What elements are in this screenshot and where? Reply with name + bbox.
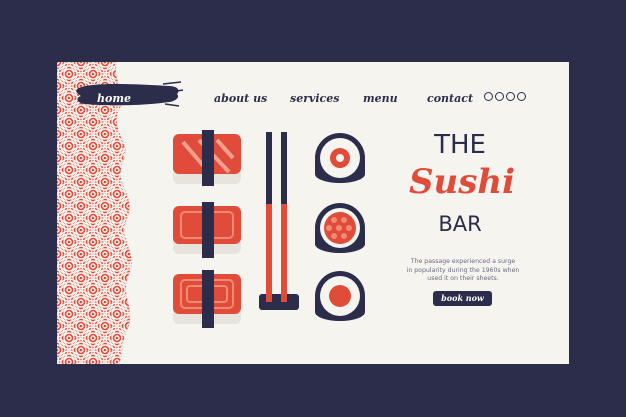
nav-home[interactable]: home xyxy=(97,92,131,105)
tuna-nigiri-icon xyxy=(173,202,241,258)
hero-title-top: THE xyxy=(434,130,486,160)
maki-roll-icon xyxy=(315,133,365,183)
salmon-roe-roll-icon xyxy=(315,203,365,253)
hero-title-bottom: BAR xyxy=(438,212,482,236)
salmon-nigiri-icon xyxy=(173,270,241,328)
hero-description-line: in popularity during the 1960s when xyxy=(406,266,520,274)
hero-description-line: The passage experienced a surge xyxy=(410,258,516,265)
book-now-button[interactable]: book now xyxy=(433,291,492,306)
hero-description: The passage experienced a surge in popul… xyxy=(395,258,531,284)
maki-roll-icon xyxy=(315,271,365,321)
hero-description-line: used it on their sheets. xyxy=(427,275,499,283)
salmon-nigiri-icon xyxy=(173,130,241,186)
landing-page: home about us services menu contact THE … xyxy=(57,62,569,364)
hero-title-script: Sushi xyxy=(408,162,516,202)
chopsticks-icon xyxy=(259,132,299,310)
